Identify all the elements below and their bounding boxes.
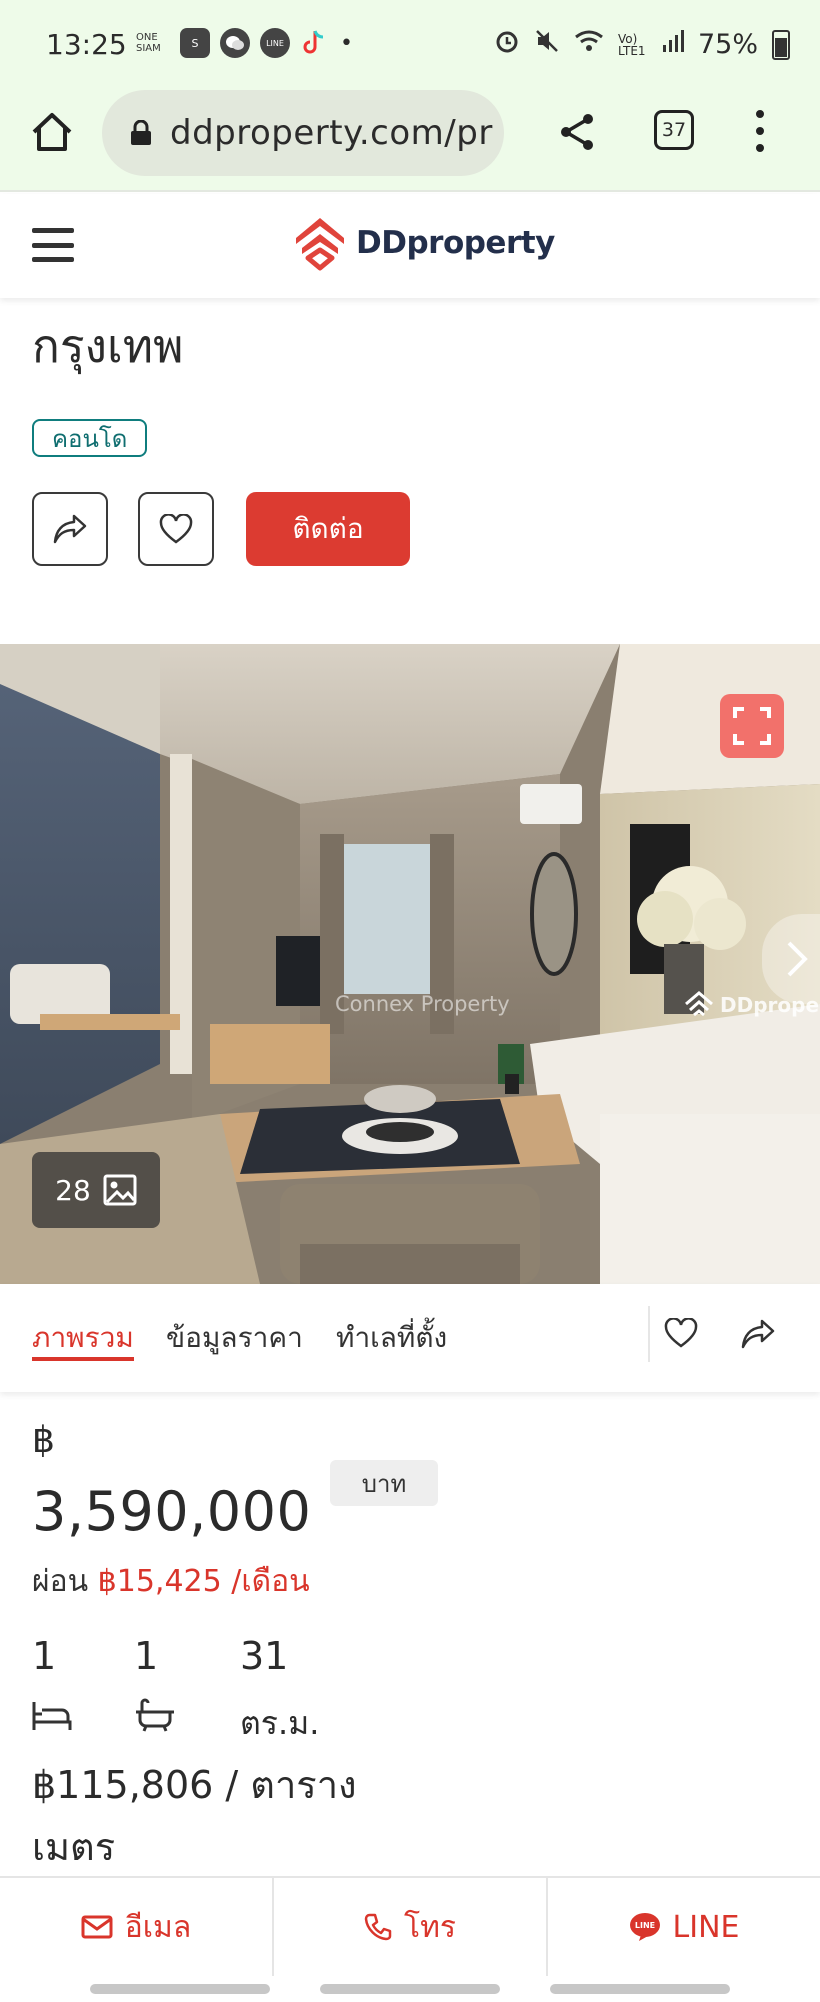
line-chat-icon: LINE <box>629 1913 660 1941</box>
favorite-listing-button[interactable] <box>138 492 214 566</box>
share-arrow-icon <box>741 1319 775 1349</box>
network-type: Vo) LTE1 <box>617 31 646 58</box>
browser-toolbar: ddproperty.com/pr 37 <box>0 88 820 188</box>
nav-segment-right[interactable] <box>550 1984 730 1994</box>
expand-icon <box>733 707 771 745</box>
price-per-sqm: ฿115,806 / ตาราง เมตร <box>32 1763 357 1869</box>
currency-unit-chip[interactable]: บาท <box>330 1460 438 1506</box>
contact-button[interactable]: ติดต่อ <box>246 492 410 566</box>
logo-text: DDproperty <box>356 225 555 261</box>
system-nav-bar <box>0 1976 820 2002</box>
gallery-icon <box>103 1174 137 1206</box>
nav-segment-center[interactable] <box>320 1984 500 1994</box>
onesiam-app-icon: ONE SIAM <box>136 32 161 54</box>
status-extra-dot: • <box>340 30 353 56</box>
bath-icon <box>134 1698 176 1736</box>
listing-title: กรุงเทพ <box>32 319 184 373</box>
lock-icon <box>131 120 151 145</box>
browser-menu-button[interactable] <box>744 106 776 156</box>
status-time: 13:25 <box>46 28 127 61</box>
currency-symbol: ฿ <box>32 1420 55 1461</box>
nav-segment-left[interactable] <box>90 1984 270 1994</box>
photo-count-text: 28 <box>55 1173 91 1207</box>
listing-price: 3,590,000 <box>32 1480 312 1543</box>
installment-info: ผ่อน ฿15,425 /เดือน <box>32 1558 310 1605</box>
alarm-icon <box>494 28 520 61</box>
mute-icon <box>534 28 560 61</box>
hamburger-menu-icon[interactable] <box>32 228 74 262</box>
watermark-text: DDproperty <box>720 993 820 1017</box>
photo-count-badge[interactable]: 28 <box>32 1152 160 1228</box>
share-icon <box>561 114 593 150</box>
status-app-icons: ONE SIAM S LINE • <box>136 28 353 58</box>
heart-icon <box>159 514 193 544</box>
wechat-app-icon <box>220 28 250 58</box>
bathroom-count: 1 <box>134 1634 159 1678</box>
tab-share-button[interactable] <box>740 1318 775 1352</box>
chevron-right-icon <box>787 941 808 977</box>
home-button[interactable] <box>28 108 76 156</box>
home-icon <box>32 113 72 151</box>
share-page-button[interactable] <box>556 110 600 154</box>
line-app-icon: LINE <box>260 28 290 58</box>
tab-location[interactable]: ทำเลที่ตั้ง <box>336 1316 447 1360</box>
logo-house-icon <box>296 218 344 271</box>
fullscreen-button[interactable] <box>720 694 784 758</box>
phone-icon <box>364 1913 392 1941</box>
heart-icon <box>664 1317 698 1348</box>
browser-chrome: 13:25 ONE SIAM S LINE • Vo) LTE1 75% ddp… <box>0 0 820 192</box>
envelope-icon <box>81 1915 113 1939</box>
url-text: ddproperty.com/pr <box>170 113 493 153</box>
tab-overview[interactable]: ภาพรวม <box>32 1316 134 1360</box>
tiktok-app-icon <box>300 28 330 58</box>
email-button[interactable]: อีเมล <box>0 1878 274 1976</box>
status-bar: 13:25 ONE SIAM S LINE • Vo) LTE1 75% <box>0 0 820 90</box>
ddproperty-logo[interactable]: DDproperty <box>292 214 555 272</box>
listing-photo[interactable]: Connex Property DDproperty 28 <box>0 644 820 1284</box>
line-button[interactable]: LINE LINE <box>548 1878 820 1976</box>
tab-price-info[interactable]: ข้อมูลราคา <box>166 1316 303 1360</box>
battery-icon <box>772 29 790 60</box>
address-bar[interactable]: ddproperty.com/pr <box>102 90 504 176</box>
email-label: อีเมล <box>124 1909 192 1945</box>
listing-actions: ติดต่อ <box>32 492 410 566</box>
active-tab-indicator <box>32 1357 134 1361</box>
tab-favorite-button[interactable] <box>664 1317 698 1352</box>
tab-switcher-button[interactable]: 37 <box>654 110 694 150</box>
site-header: DDproperty <box>0 194 820 298</box>
tab-divider <box>648 1306 650 1362</box>
call-button[interactable]: โทร <box>274 1878 548 1976</box>
wifi-icon <box>574 29 604 60</box>
call-label: โทร <box>403 1909 456 1945</box>
line-label: LINE <box>672 1909 740 1945</box>
shopee-app-icon: S <box>180 28 210 58</box>
battery-percent: 75% <box>697 29 758 60</box>
watermark-logo-icon <box>685 991 713 1017</box>
property-type-badge: คอนโด <box>32 419 148 457</box>
area-value: 31 <box>240 1634 289 1678</box>
share-arrow-icon <box>53 514 87 544</box>
share-listing-button[interactable] <box>32 492 108 566</box>
signal-icon <box>662 29 684 60</box>
installment-amount[interactable]: ฿15,425 /เดือน <box>98 1564 310 1599</box>
svg-text:LINE: LINE <box>634 1921 654 1930</box>
photo-watermark: Connex Property <box>335 992 510 1016</box>
bottom-contact-bar: อีเมล โทร LINE LINE <box>0 1876 820 1976</box>
status-right-icons: Vo) LTE1 75% <box>494 28 790 61</box>
installment-prefix: ผ่อน <box>32 1564 89 1599</box>
area-unit: ตร.ม. <box>240 1704 320 1742</box>
bedroom-count: 1 <box>32 1634 57 1678</box>
bed-icon <box>32 1698 72 1736</box>
ddproperty-watermark: DDproperty <box>684 990 820 1020</box>
